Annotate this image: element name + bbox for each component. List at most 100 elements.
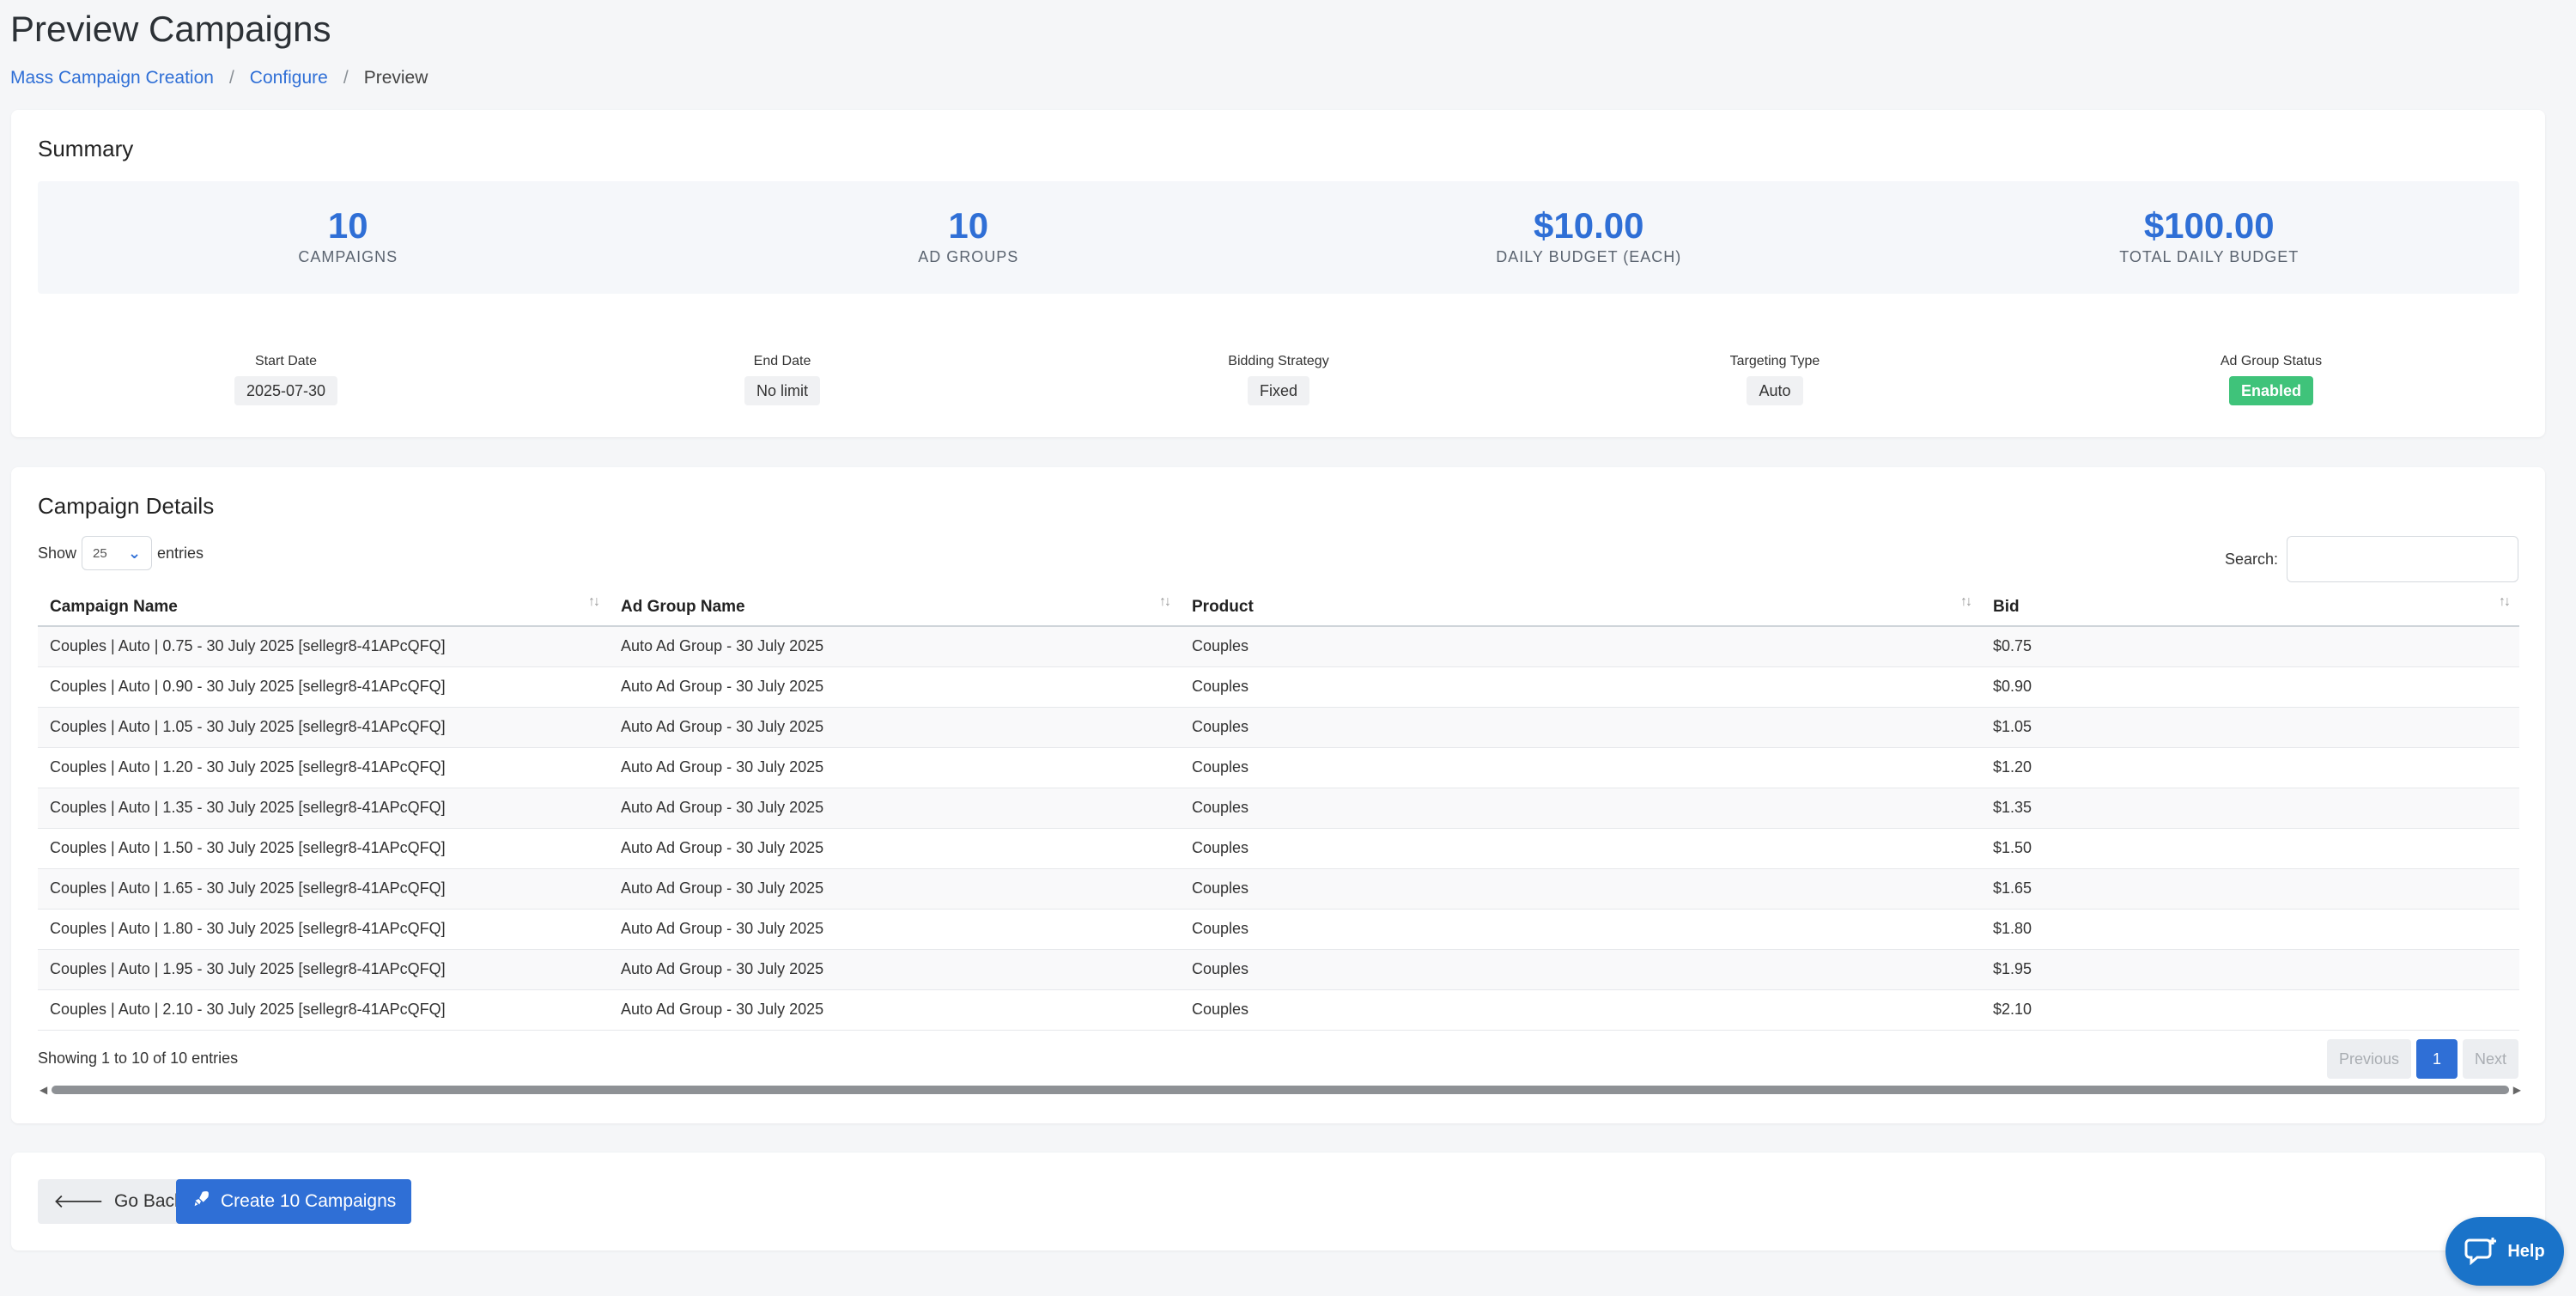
summary-meta: Start Date 2025-07-30 End Date No limit … <box>38 354 2519 405</box>
cell-product: Couples <box>1180 989 1981 1031</box>
page-title: Preview Campaigns <box>10 9 331 49</box>
meta-bidding-strategy: Bidding Strategy Fixed <box>1030 354 1527 405</box>
scroll-right-icon[interactable]: ▶ <box>2509 1084 2521 1096</box>
meta-end-date: End Date No limit <box>534 354 1030 405</box>
stat-ad-groups: 10 AD GROUPS <box>659 181 1279 294</box>
stat-campaigns: 10 CAMPAIGNS <box>38 181 659 294</box>
search-input[interactable] <box>2287 536 2518 582</box>
cell-bid: $0.90 <box>1981 666 2519 708</box>
show-label: Show <box>38 544 77 562</box>
cell-bid: $1.50 <box>1981 828 2519 869</box>
campaign-details-card: Campaign Details Show 25 ⌄ entries Searc… <box>11 467 2545 1123</box>
search-label: Search: <box>2224 550 2278 568</box>
sort-icon: ↑↓ <box>2499 594 2511 609</box>
table-info: Showing 1 to 10 of 10 entries <box>38 1050 239 1067</box>
pagination: Previous 1 Next <box>2322 1039 2518 1079</box>
table-row: Couples | Auto | 1.65 - 30 July 2025 [se… <box>38 868 2519 910</box>
cell-ad-group-name: Auto Ad Group - 30 July 2025 <box>609 909 1180 950</box>
cell-campaign-name: Couples | Auto | 1.50 - 30 July 2025 [se… <box>38 828 609 869</box>
pagination-previous-button[interactable]: Previous <box>2326 1039 2411 1079</box>
breadcrumb-link-mass-campaign-creation[interactable]: Mass Campaign Creation <box>10 65 214 91</box>
chat-help-icon <box>2464 1238 2497 1266</box>
table-row: Couples | Auto | 0.75 - 30 July 2025 [se… <box>38 626 2519 667</box>
table-row: Couples | Auto | 2.10 - 30 July 2025 [se… <box>38 989 2519 1031</box>
breadcrumb-separator: / <box>228 68 234 88</box>
stat-label: DAILY BUDGET (EACH) <box>1496 248 1682 265</box>
stat-daily-budget-each: $10.00 DAILY BUDGET (EACH) <box>1279 181 1899 294</box>
meta-badge: 2025-07-30 <box>234 376 338 405</box>
go-back-button[interactable]: 🡐 Go Back <box>38 1179 199 1224</box>
actions-card: 🡐 Go Back Create 10 Campaigns <box>11 1153 2545 1250</box>
help-label: Help <box>2507 1241 2545 1261</box>
cell-product: Couples <box>1180 707 1981 748</box>
cell-ad-group-name: Auto Ad Group - 30 July 2025 <box>609 949 1180 990</box>
pagination-next-button[interactable]: Next <box>2462 1039 2518 1079</box>
cell-bid: $1.65 <box>1981 868 2519 910</box>
table-search: Search: <box>2225 536 2518 582</box>
summary-title: Summary <box>38 136 134 161</box>
stat-label: TOTAL DAILY BUDGET <box>2119 248 2300 265</box>
cell-ad-group-name: Auto Ad Group - 30 July 2025 <box>609 747 1180 788</box>
stat-label: AD GROUPS <box>918 248 1019 265</box>
column-header-label: Product <box>1192 598 1254 616</box>
column-header-bid[interactable]: Bid ↑↓ <box>1981 586 2519 627</box>
help-button[interactable]: Help <box>2445 1217 2564 1286</box>
column-header-label: Ad Group Name <box>621 598 745 616</box>
cell-campaign-name: Couples | Auto | 1.95 - 30 July 2025 [se… <box>38 949 609 990</box>
table-row: Couples | Auto | 1.95 - 30 July 2025 [se… <box>38 949 2519 990</box>
table-row: Couples | Auto | 1.20 - 30 July 2025 [se… <box>38 747 2519 788</box>
cell-ad-group-name: Auto Ad Group - 30 July 2025 <box>609 828 1180 869</box>
cell-ad-group-name: Auto Ad Group - 30 July 2025 <box>609 989 1180 1031</box>
column-header-product[interactable]: Product ↑↓ <box>1180 586 1981 627</box>
cell-campaign-name: Couples | Auto | 1.05 - 30 July 2025 [se… <box>38 707 609 748</box>
cell-bid: $1.95 <box>1981 949 2519 990</box>
cell-campaign-name: Couples | Auto | 0.75 - 30 July 2025 [se… <box>38 626 609 667</box>
column-header-campaign-name[interactable]: Campaign Name ↑↓ <box>38 586 609 627</box>
cell-product: Couples <box>1180 747 1981 788</box>
cell-product: Couples <box>1180 949 1981 990</box>
create-campaigns-button[interactable]: Create 10 Campaigns <box>176 1179 412 1224</box>
page-length-control: Show 25 ⌄ entries <box>38 536 204 570</box>
status-badge: Enabled <box>2228 376 2313 405</box>
cell-campaign-name: Couples | Auto | 2.10 - 30 July 2025 [se… <box>38 989 609 1031</box>
cell-product: Couples <box>1180 626 1981 667</box>
pagination-page-button[interactable]: 1 <box>2415 1039 2458 1079</box>
column-header-label: Bid <box>1993 598 2020 616</box>
meta-badge: No limit <box>744 376 820 405</box>
scroll-left-icon[interactable]: ◀ <box>39 1084 52 1096</box>
table-row: Couples | Auto | 1.50 - 30 July 2025 [se… <box>38 828 2519 869</box>
breadcrumb-link-configure[interactable]: Configure <box>250 65 328 91</box>
sort-icon: ↑↓ <box>1960 594 1972 609</box>
page-length-select[interactable]: 25 ⌄ <box>82 536 153 570</box>
campaign-table: Campaign Name ↑↓ Ad Group Name ↑↓ Produc… <box>38 586 2519 1031</box>
meta-badge: Auto <box>1747 376 1803 405</box>
cell-ad-group-name: Auto Ad Group - 30 July 2025 <box>609 666 1180 708</box>
entries-label: entries <box>157 544 204 562</box>
cell-ad-group-name: Auto Ad Group - 30 July 2025 <box>609 707 1180 748</box>
summary-card: Summary 10 CAMPAIGNS 10 AD GROUPS $10.00… <box>11 110 2545 437</box>
go-back-label: Go Back <box>114 1191 184 1211</box>
cell-product: Couples <box>1180 666 1981 708</box>
meta-label: Targeting Type <box>1729 354 1820 368</box>
column-header-ad-group-name[interactable]: Ad Group Name ↑↓ <box>609 586 1180 627</box>
meta-badge: Fixed <box>1247 376 1309 405</box>
horizontal-scrollbar[interactable]: ◀ ▶ <box>39 1083 2521 1097</box>
cell-bid: $1.80 <box>1981 909 2519 950</box>
cell-ad-group-name: Auto Ad Group - 30 July 2025 <box>609 868 1180 910</box>
scrollbar-thumb[interactable] <box>52 1086 2509 1094</box>
cell-campaign-name: Couples | Auto | 1.35 - 30 July 2025 [se… <box>38 788 609 829</box>
details-title: Campaign Details <box>38 493 215 519</box>
arrow-left-icon: 🡐 <box>53 1190 104 1212</box>
cell-campaign-name: Couples | Auto | 1.20 - 30 July 2025 [se… <box>38 747 609 788</box>
meta-targeting-type: Targeting Type Auto <box>1527 354 2023 405</box>
breadcrumb: Mass Campaign Creation / Configure / Pre… <box>10 65 428 91</box>
page-length-value: 25 <box>93 545 107 561</box>
breadcrumb-separator: / <box>343 68 349 88</box>
create-campaigns-label: Create 10 Campaigns <box>221 1191 397 1211</box>
scrollbar-track[interactable] <box>52 1086 2509 1094</box>
cell-ad-group-name: Auto Ad Group - 30 July 2025 <box>609 788 1180 829</box>
table-row: Couples | Auto | 0.90 - 30 July 2025 [se… <box>38 666 2519 708</box>
meta-label: Start Date <box>254 354 318 368</box>
meta-label: End Date <box>753 354 811 368</box>
rocket-icon <box>191 1190 210 1214</box>
